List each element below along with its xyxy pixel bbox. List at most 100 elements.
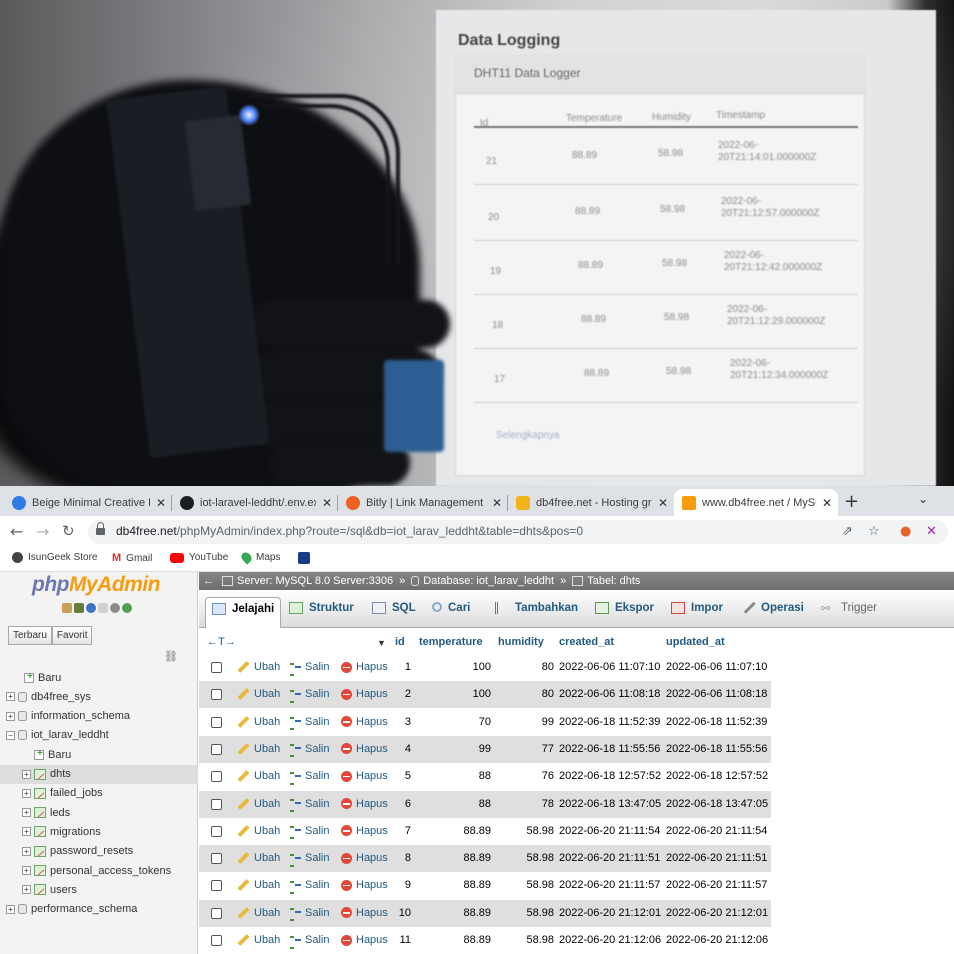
close-icon[interactable]: ✕ (322, 496, 332, 510)
breadcrumb-table[interactable]: Tabel: dhts (587, 575, 640, 587)
bookmark-youtube[interactable]: YouTube (170, 552, 228, 563)
tab-operations[interactable]: Operasi (740, 597, 804, 628)
copy-row-link[interactable]: Salin (290, 798, 329, 812)
copy-row-link[interactable]: Salin (290, 770, 329, 785)
copy-row-link[interactable]: Salin (290, 879, 329, 894)
extension-icon[interactable]: ● (900, 524, 911, 539)
copy-row-link[interactable]: Salin (290, 716, 329, 731)
copy-row-link[interactable]: Salin (290, 661, 329, 676)
delete-row-link[interactable]: Hapus (341, 770, 388, 782)
tree-item[interactable]: + migrations (0, 822, 198, 841)
tree-item[interactable]: + failed_jobs (0, 784, 198, 803)
edit-row-link[interactable]: Ubah (237, 797, 280, 810)
expand-icon[interactable]: + (22, 866, 31, 875)
delete-row-link[interactable]: Hapus (341, 825, 388, 837)
expand-icon[interactable]: + (22, 808, 31, 818)
edit-row-link[interactable]: Ubah (237, 852, 280, 865)
link-with-main-icon[interactable]: ⛓ (164, 650, 178, 663)
tree-item[interactable]: + performance_schema (0, 900, 198, 919)
delete-row-link[interactable]: Hapus (341, 743, 388, 755)
url-text[interactable]: db4free.net/phpMyAdmin/index.php?route=/… (116, 524, 583, 538)
column-created-at[interactable]: created_at (559, 636, 614, 648)
row-checkbox[interactable] (211, 662, 222, 673)
row-checkbox[interactable] (211, 743, 222, 755)
tab-import[interactable]: Impor (671, 597, 723, 628)
column-arrows-toggle[interactable]: ←T→ (207, 636, 236, 648)
lock-icon[interactable] (96, 522, 105, 536)
tree-item[interactable]: + password_resets (0, 842, 198, 861)
expand-icon[interactable]: + (6, 711, 15, 721)
tab-db4free[interactable]: db4free.net - Hosting gra ✕ (508, 489, 674, 516)
sort-desc-icon[interactable]: ▼ (377, 638, 386, 648)
close-icon[interactable]: ✕ (156, 496, 166, 510)
edit-row-link[interactable]: Ubah (237, 933, 280, 947)
column-updated-at[interactable]: updated_at (666, 636, 725, 648)
exit-icon[interactable] (74, 603, 84, 613)
row-checkbox[interactable] (211, 771, 222, 783)
tree-item[interactable]: Baru (0, 668, 198, 687)
reload-nav-icon[interactable] (122, 603, 132, 613)
tab-browse[interactable]: Jelajahi (205, 597, 282, 628)
expand-icon[interactable]: + (6, 904, 15, 914)
row-checkbox[interactable] (211, 853, 222, 865)
expand-icon[interactable]: + (22, 788, 31, 798)
delete-row-link[interactable]: Hapus (341, 661, 388, 673)
tab-insert[interactable]: Tambahkan (495, 597, 578, 628)
edit-row-link[interactable]: Ubah (237, 906, 280, 919)
delete-row-link[interactable]: Hapus (341, 879, 388, 891)
tab-bitly[interactable]: Bitly | Link Management ✕ (338, 489, 508, 516)
tree-item[interactable]: + information_schema (0, 707, 198, 726)
expand-icon[interactable]: + (22, 885, 31, 895)
copy-row-link[interactable]: Salin (290, 907, 329, 922)
close-icon[interactable]: ✕ (822, 496, 832, 510)
close-icon[interactable]: ✕ (658, 496, 668, 510)
tab-search[interactable]: Cari (432, 597, 470, 628)
breadcrumb-server[interactable]: Server: MySQL 8.0 Server:3306 (237, 575, 393, 587)
edit-row-link[interactable]: Ubah (237, 824, 280, 837)
copy-row-link[interactable]: Salin (290, 743, 329, 758)
tab-phpmyadmin[interactable]: www.db4free.net / MySQL ✕ (674, 489, 838, 516)
delete-row-link[interactable]: Hapus (341, 716, 388, 728)
breadcrumb-database[interactable]: Database: iot_larav_leddht (423, 575, 554, 587)
tree-item[interactable]: + dhts (0, 764, 198, 784)
edit-row-link[interactable]: Ubah (237, 770, 280, 783)
edit-row-link[interactable]: Ubah (237, 742, 280, 755)
tab-github[interactable]: iot-laravel-leddht/.env.exa ✕ (172, 489, 338, 516)
tree-item[interactable]: + leds (0, 803, 198, 822)
copy-row-link[interactable]: Salin (290, 852, 329, 867)
row-checkbox[interactable] (211, 825, 222, 837)
column-humidity[interactable]: humidity (498, 636, 544, 648)
omnibox[interactable]: db4free.net/phpMyAdmin/index.php?route=/… (88, 520, 948, 544)
edit-row-link[interactable]: Ubah (237, 879, 280, 892)
edit-row-link[interactable]: Ubah (237, 715, 280, 728)
tab-triggers[interactable]: ⚯ Trigger (821, 597, 877, 628)
extension-x-icon[interactable]: ✕ (926, 524, 937, 539)
expand-icon[interactable]: + (6, 692, 15, 702)
tab-canva[interactable]: Beige Minimal Creative Po ✕ (4, 489, 172, 516)
tree-item[interactable]: + Baru (0, 745, 198, 764)
row-checkbox[interactable] (211, 935, 222, 946)
copy-row-link[interactable]: Salin (290, 825, 329, 840)
settings-icon[interactable] (110, 603, 120, 613)
column-temperature[interactable]: temperature (419, 636, 483, 648)
recent-tables-button[interactable]: Terbaru (8, 626, 52, 645)
close-icon[interactable]: ✕ (492, 496, 502, 510)
tree-item[interactable]: + db4free_sys (0, 687, 198, 706)
share-icon[interactable]: ⇗ (842, 524, 853, 539)
home-icon[interactable] (62, 603, 72, 613)
phpmyadmin-logo[interactable]: phpMyAdmin (32, 573, 160, 597)
tab-sql[interactable]: SQL (372, 597, 416, 628)
copy-row-link[interactable]: Salin (290, 688, 329, 703)
row-checkbox[interactable] (211, 907, 222, 919)
bookmark-maps[interactable]: Maps (239, 550, 280, 565)
tree-item[interactable]: + personal_access_tokens (0, 861, 198, 880)
delete-row-link[interactable]: Hapus (341, 934, 388, 946)
bookmark-gmail[interactable]: M Gmail (112, 552, 152, 564)
row-checkbox[interactable] (211, 880, 222, 892)
column-id[interactable]: id (395, 636, 405, 648)
tab-structure[interactable]: Struktur (289, 597, 354, 628)
tab-search-button[interactable]: ⌄ (918, 492, 928, 506)
expand-icon[interactable]: + (22, 846, 31, 856)
row-checkbox[interactable] (211, 689, 222, 701)
forward-arrow-icon[interactable]: → (36, 522, 49, 541)
